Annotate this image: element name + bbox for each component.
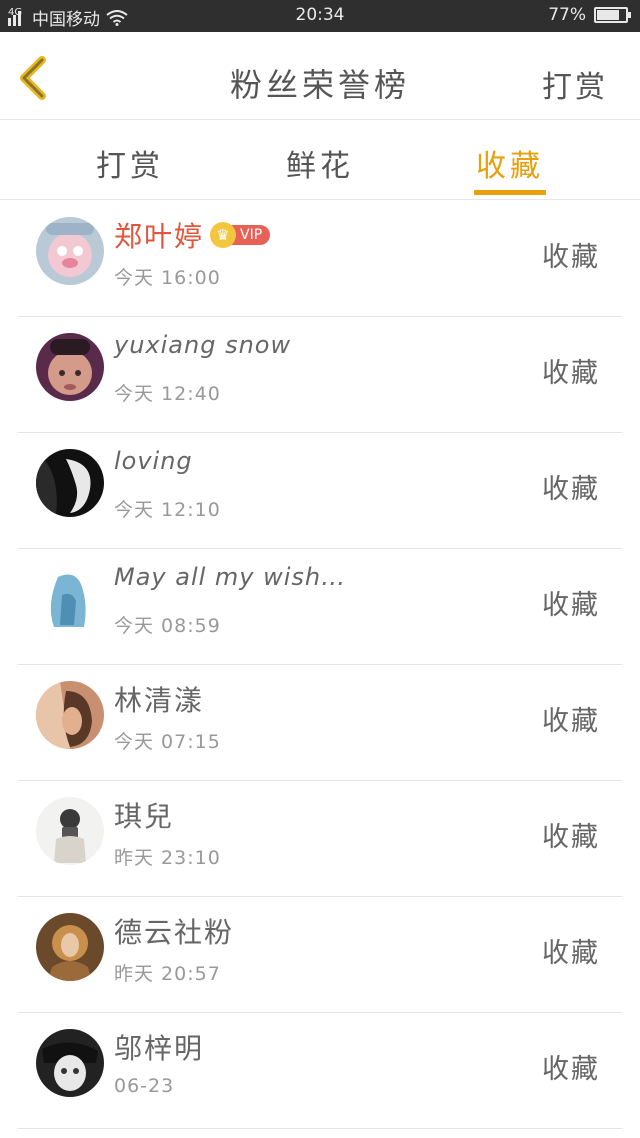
avatar[interactable] — [36, 449, 104, 517]
timestamp: 今天 12:10 — [114, 499, 221, 521]
tab-flowers[interactable]: 鲜花 — [265, 141, 375, 185]
name-line: 邬梓明 — [114, 1027, 204, 1067]
list-item[interactable]: 德云社粉 昨天 20:57 收藏 — [18, 897, 622, 1013]
timestamp: 今天 07:15 — [114, 731, 221, 753]
status-bar: 4G 中国移动 20:34 77% — [0, 0, 640, 32]
avatar[interactable] — [36, 797, 104, 865]
list-item[interactable]: yuxiang snow 今天 12:40 收藏 — [18, 317, 622, 433]
timestamp: 今天 12:40 — [114, 383, 221, 405]
active-tab-indicator — [474, 190, 546, 195]
user-name: 琪兒 — [114, 800, 175, 833]
reward-button[interactable]: 打赏 — [542, 62, 608, 106]
battery-icon — [594, 7, 631, 23]
action-label: 收藏 — [542, 706, 600, 737]
timestamp: 今天 08:59 — [114, 615, 221, 637]
timestamp: 昨天 20:57 — [114, 963, 221, 985]
status-right: 77% — [548, 5, 631, 25]
battery-percent: 77% — [548, 5, 586, 25]
action-label: 收藏 — [542, 938, 600, 969]
name-line: 德云社粉 — [114, 911, 234, 951]
list-item[interactable]: May all my wish… 今天 08:59 收藏 — [18, 549, 622, 665]
timestamp: 06-23 — [114, 1075, 175, 1097]
avatar[interactable] — [36, 681, 104, 749]
user-name: May all my wish… — [114, 563, 347, 591]
name-line: 林清漾 — [114, 679, 204, 719]
avatar[interactable] — [36, 217, 104, 285]
avatar[interactable] — [36, 565, 104, 633]
crown-icon: ♛ — [210, 222, 237, 248]
list-item[interactable]: loving 今天 12:10 收藏 — [18, 433, 622, 549]
list-item[interactable]: 林清漾 今天 07:15 收藏 — [18, 665, 622, 781]
timestamp: 今天 16:00 — [114, 267, 221, 289]
user-name: 林清漾 — [114, 684, 205, 717]
action-label: 收藏 — [542, 358, 600, 389]
name-line: May all my wish… — [114, 563, 346, 591]
action-label: 收藏 — [542, 822, 600, 853]
user-name: 邬梓明 — [114, 1032, 205, 1065]
user-name: 德云社粉 — [114, 916, 235, 949]
name-line: 琪兒 — [114, 795, 174, 835]
list-item[interactable]: 邬梓明 06-23 收藏 — [18, 1013, 622, 1129]
list-item[interactable]: 郑叶婷 ♛ VIP 今天 16:00 收藏 — [18, 201, 622, 317]
tab-reward[interactable]: 打赏 — [75, 141, 185, 185]
tab-bar: 打赏 鲜花 收藏 — [0, 121, 640, 200]
user-name: 郑叶婷 — [114, 220, 205, 253]
name-line: yuxiang snow — [114, 331, 291, 359]
user-name: loving — [114, 447, 193, 475]
list-item[interactable]: 琪兒 昨天 23:10 收藏 — [18, 781, 622, 897]
vip-badge: ♛ VIP — [210, 222, 271, 248]
fan-list: 郑叶婷 ♛ VIP 今天 16:00 收藏 yuxiang snow 今天 12… — [0, 201, 640, 1129]
tab-favorites[interactable]: 收藏 — [455, 141, 565, 185]
action-label: 收藏 — [542, 590, 600, 621]
app-header: 粉丝荣誉榜 打赏 — [0, 32, 640, 120]
user-name: yuxiang snow — [114, 331, 292, 359]
status-time: 20:34 — [295, 5, 345, 25]
timestamp: 昨天 23:10 — [114, 847, 221, 869]
avatar[interactable] — [36, 333, 104, 401]
action-label: 收藏 — [542, 474, 600, 505]
action-label: 收藏 — [542, 242, 600, 273]
avatar[interactable] — [36, 1029, 104, 1097]
name-line: loving — [114, 447, 193, 475]
avatar[interactable] — [36, 913, 104, 981]
action-label: 收藏 — [542, 1054, 600, 1085]
name-line: 郑叶婷 ♛ VIP — [114, 215, 271, 255]
